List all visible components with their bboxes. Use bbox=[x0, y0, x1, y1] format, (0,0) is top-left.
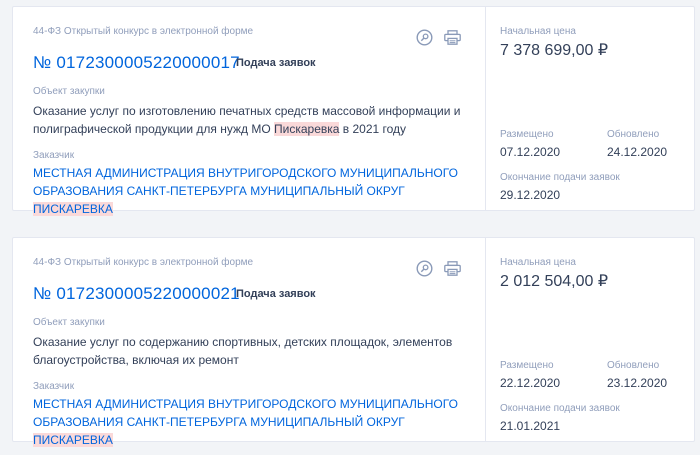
deadline-date: 21.01.2021 bbox=[500, 419, 561, 433]
procurement-type: 44-ФЗ Открытый конкурс в электронной фор… bbox=[33, 257, 254, 268]
card-side: Начальная цена 7 378 699,00 ₽ Размещено … bbox=[485, 7, 694, 210]
purchase-number-link[interactable]: № 0172300005220000021 bbox=[33, 284, 240, 304]
deadline-label: Окончание подачи заявок bbox=[500, 172, 620, 183]
status-badge: Подача заявок bbox=[236, 57, 316, 69]
updated-label: Обновлено bbox=[607, 360, 660, 371]
updated-label: Обновлено bbox=[607, 129, 660, 140]
status-badge: Подача заявок bbox=[236, 288, 316, 300]
price-value: 7 378 699,00 ₽ bbox=[500, 42, 609, 59]
customer-label: Заказчик bbox=[33, 150, 75, 161]
placed-label: Размещено bbox=[500, 360, 554, 371]
object-text: Оказание услуг по содержанию спортивных,… bbox=[33, 335, 453, 367]
card-actions bbox=[415, 28, 461, 46]
placed-date: 07.12.2020 bbox=[500, 145, 561, 159]
printer-icon[interactable] bbox=[443, 28, 461, 46]
object-text: Оказание услуг по изготовлению печатных … bbox=[33, 104, 461, 136]
card-main: 44-ФЗ Открытый конкурс в электронной фор… bbox=[13, 238, 485, 447]
object-label: Объект закупки bbox=[33, 317, 105, 328]
purchase-card: 44-ФЗ Открытый конкурс в электронной фор… bbox=[12, 6, 695, 216]
card-actions bbox=[415, 259, 461, 277]
updated-date: 23.12.2020 bbox=[607, 376, 668, 390]
purchase-number-link[interactable]: № 0172300005220000017 bbox=[33, 53, 240, 73]
deadline-date: 29.12.2020 bbox=[500, 188, 561, 202]
object-label: Объект закупки bbox=[33, 86, 105, 97]
price-value: 2 012 504,00 ₽ bbox=[500, 273, 609, 290]
placed-date: 22.12.2020 bbox=[500, 376, 561, 390]
printer-icon[interactable] bbox=[443, 259, 461, 277]
search-document-icon[interactable] bbox=[415, 259, 433, 277]
highlight: ПИСКАРЕВКА bbox=[33, 202, 113, 216]
customer-link[interactable]: МЕСТНАЯ АДМИНИСТРАЦИЯ ВНУТРИГОРОДСКОГО М… bbox=[33, 164, 473, 218]
search-document-icon[interactable] bbox=[415, 28, 433, 46]
placed-label: Размещено bbox=[500, 129, 554, 140]
customer-label: Заказчик bbox=[33, 381, 75, 392]
card-side: Начальная цена 2 012 504,00 ₽ Размещено … bbox=[485, 238, 694, 441]
highlight: ПИСКАРЕВКА bbox=[33, 433, 113, 447]
procurement-type: 44-ФЗ Открытый конкурс в электронной фор… bbox=[33, 26, 254, 37]
card-main: 44-ФЗ Открытый конкурс в электронной фор… bbox=[13, 7, 485, 216]
price-label: Начальная цена bbox=[500, 26, 576, 37]
deadline-label: Окончание подачи заявок bbox=[500, 403, 620, 414]
price-label: Начальная цена bbox=[500, 257, 576, 268]
updated-date: 24.12.2020 bbox=[607, 145, 668, 159]
purchase-card: 44-ФЗ Открытый конкурс в электронной фор… bbox=[12, 237, 695, 447]
highlight: Пискаревка bbox=[274, 122, 340, 136]
customer-link[interactable]: МЕСТНАЯ АДМИНИСТРАЦИЯ ВНУТРИГОРОДСКОГО М… bbox=[33, 395, 473, 449]
